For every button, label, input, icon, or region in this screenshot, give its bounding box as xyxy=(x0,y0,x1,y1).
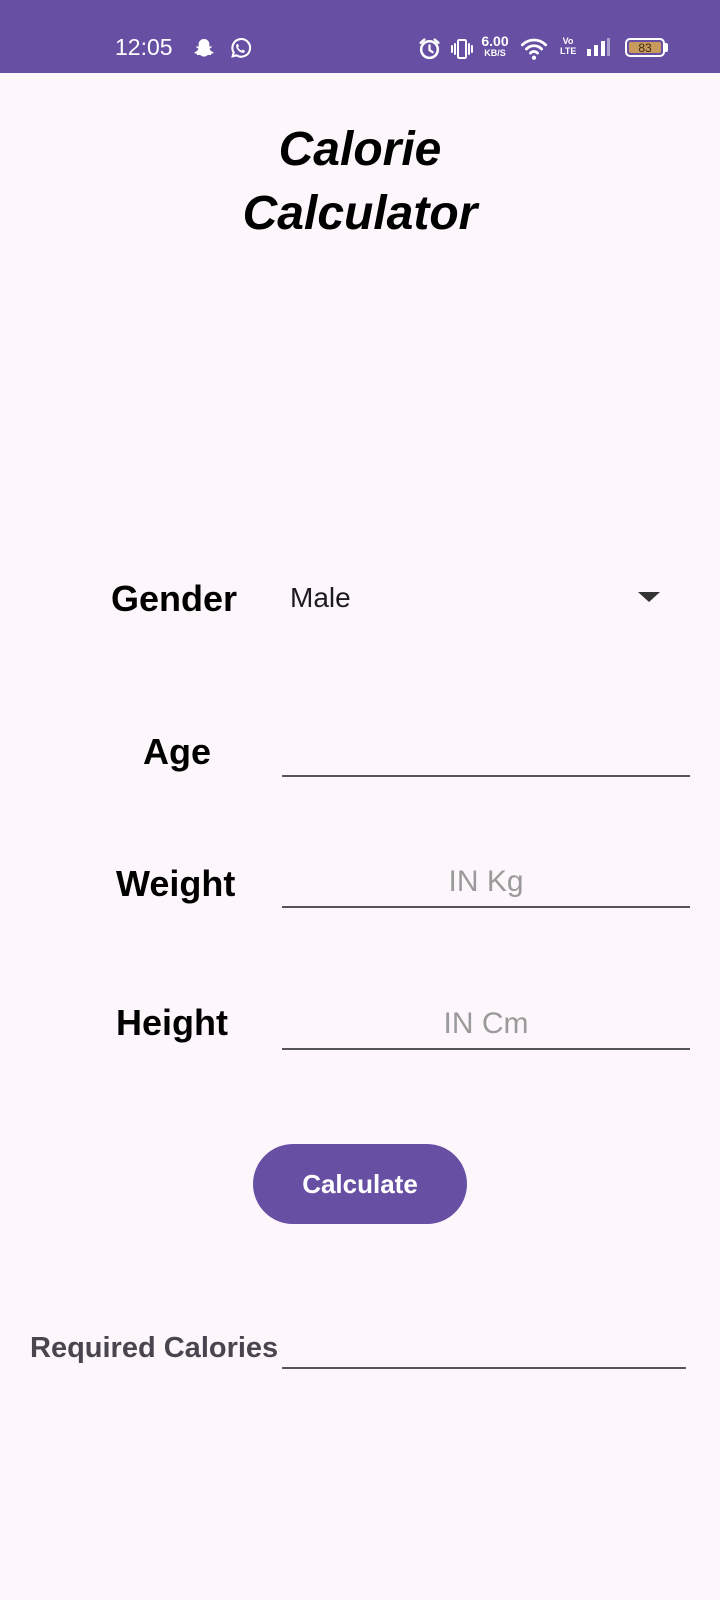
age-input[interactable] xyxy=(282,727,690,777)
alarm-icon xyxy=(419,38,440,60)
weight-label: Weight xyxy=(116,863,236,904)
page-title-line-1: Calorie xyxy=(278,123,442,176)
snapchat-icon xyxy=(194,39,214,57)
whatsapp-icon xyxy=(231,38,252,58)
network-speed-unit: KB/S xyxy=(484,48,506,58)
volte-bottom: LTE xyxy=(560,46,577,56)
signal-icon xyxy=(587,38,610,56)
vibrate-icon xyxy=(451,39,473,59)
battery-tip xyxy=(665,43,668,52)
gender-dropdown[interactable]: Male xyxy=(272,575,672,625)
network-speed: 6.00 KB/S xyxy=(479,34,511,58)
battery-icon: 83 xyxy=(625,38,665,57)
gender-label: Gender xyxy=(111,578,238,619)
volte-indicator: Vo LTE xyxy=(560,36,576,56)
height-input[interactable] xyxy=(282,1000,690,1050)
battery-level: 83 xyxy=(629,42,661,54)
required-calories-label: Required Calories xyxy=(30,1332,279,1364)
page-title-line-2: Calculator xyxy=(242,187,478,240)
status-bar: 12:05 6.00 KB/S Vo LTE 83 xyxy=(0,0,720,73)
age-label: Age xyxy=(143,731,212,772)
volte-top: Vo xyxy=(562,36,574,46)
required-calories-output xyxy=(282,1367,686,1369)
height-label: Height xyxy=(116,1002,228,1043)
status-time: 12:05 xyxy=(115,34,173,60)
dropdown-arrow-icon xyxy=(638,592,660,602)
calculate-button[interactable]: Calculate xyxy=(253,1144,467,1224)
gender-dropdown-value: Male xyxy=(290,582,351,613)
wifi-icon xyxy=(520,38,548,60)
network-speed-value: 6.00 xyxy=(481,33,509,49)
weight-input[interactable] xyxy=(282,858,690,908)
page-title: Calorie Calculator xyxy=(0,118,720,246)
